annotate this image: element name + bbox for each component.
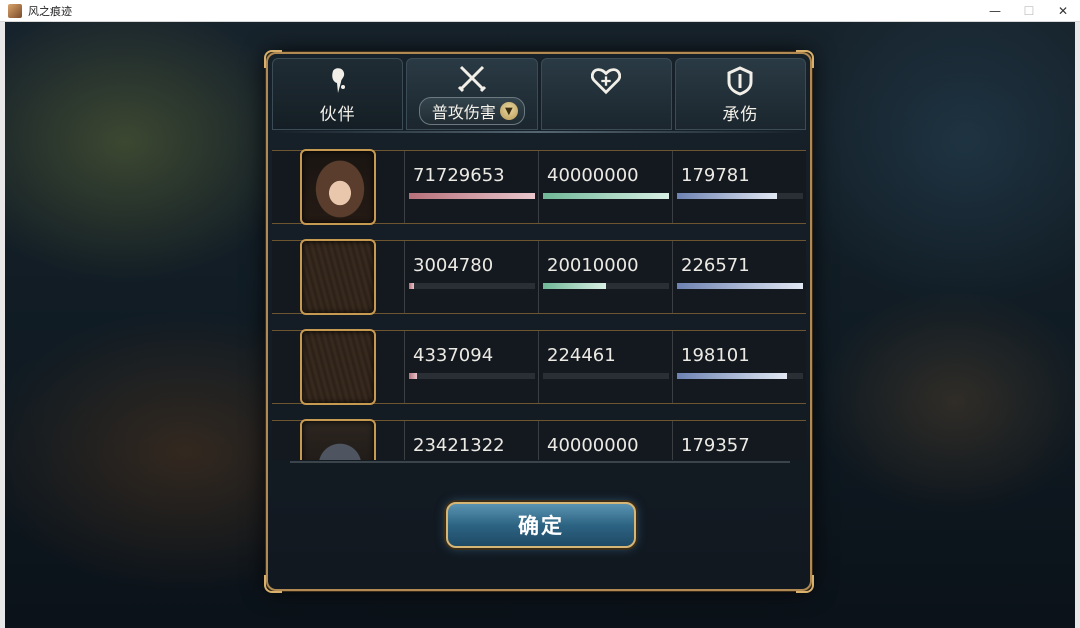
panel-corner-ornament: [796, 575, 814, 593]
crossed-swords-icon: [457, 63, 487, 93]
stats-tabs: 伙伴 普攻伤害 ▼ 承伤: [272, 58, 806, 130]
taken-bar: [677, 373, 803, 379]
damage-value: 23421322: [413, 435, 505, 456]
avatar[interactable]: [300, 329, 376, 405]
panel-corner-ornament: [264, 575, 282, 593]
right-window-edge: [1075, 22, 1080, 628]
damage-bar-fill: [409, 283, 415, 289]
tab-label: 承伤: [722, 105, 759, 125]
close-button[interactable]: ✕: [1046, 0, 1080, 22]
taken-bar-fill: [677, 373, 787, 379]
avatar[interactable]: [300, 419, 376, 460]
damage-type-dropdown[interactable]: 普攻伤害 ▼: [418, 97, 525, 125]
damage-bar: [409, 283, 535, 289]
dropdown-label: 普攻伤害: [431, 103, 496, 122]
heal-value: 40000000: [547, 435, 639, 456]
confirm-button[interactable]: 确定: [446, 502, 636, 548]
heal-cell: 40000000: [538, 421, 672, 460]
heal-cell: 224461: [538, 331, 672, 403]
heal-bar-fill: [543, 193, 669, 199]
maximize-button[interactable]: ☐: [1012, 0, 1046, 22]
heal-value: 20010000: [547, 255, 639, 276]
tabs-divider: [272, 131, 806, 133]
taken-value: 179357: [681, 435, 750, 456]
heal-cell: 40000000: [538, 151, 672, 223]
damage-value: 3004780: [413, 255, 494, 276]
taken-value: 179781: [681, 165, 750, 186]
damage-cell: 4337094: [404, 331, 538, 403]
tab-normal-attack-damage[interactable]: 普攻伤害 ▼: [406, 58, 538, 130]
taken-bar: [677, 283, 803, 289]
taken-cell: 179781: [672, 151, 806, 223]
damage-bar: [409, 193, 535, 199]
damage-cell: 3004780: [404, 241, 538, 313]
list-item: 71729653 40000000 179781: [272, 149, 806, 225]
tab-healing[interactable]: [540, 58, 672, 130]
taken-cell: 179357: [672, 421, 806, 460]
heal-bar-fill: [543, 283, 606, 289]
taken-cell: 226571: [672, 241, 806, 313]
heal-value: 224461: [547, 345, 616, 366]
chevron-down-icon: ▼: [499, 102, 518, 120]
window-title: 风之痕迹: [28, 4, 72, 18]
heal-bar: [543, 193, 669, 199]
damage-value: 71729653: [413, 165, 505, 186]
heart-heal-icon: [591, 66, 622, 96]
list-item: 23421322 40000000 179357: [272, 419, 806, 460]
tab-damage-taken[interactable]: 承伤: [674, 58, 806, 130]
tab-partner[interactable]: 伙伴: [272, 58, 404, 130]
damage-cell: 71729653: [404, 151, 538, 223]
damage-bar-fill: [409, 193, 535, 199]
tab-label: 伙伴: [319, 105, 356, 125]
app-icon: [8, 3, 22, 18]
list-item: 3004780 20010000 226571: [272, 239, 806, 315]
taken-bar-fill: [677, 193, 777, 199]
damage-bar: [409, 373, 535, 379]
damage-bar-fill: [409, 373, 417, 379]
window-titlebar: 风之痕迹 — ☐ ✕: [0, 0, 1080, 22]
taken-bar: [677, 193, 803, 199]
taken-value: 226571: [681, 255, 750, 276]
battle-stats-panel: 伙伴 普攻伤害 ▼ 承伤 71729653 40000000 179781 30…: [264, 50, 814, 593]
list-scroll-indicator: [290, 461, 790, 463]
avatar[interactable]: [300, 149, 376, 225]
minimize-button[interactable]: —: [978, 0, 1012, 22]
partner-icon: [323, 66, 353, 96]
heal-bar: [543, 283, 669, 289]
heal-value: 40000000: [547, 165, 639, 186]
heal-cell: 20010000: [538, 241, 672, 313]
taken-bar-fill: [677, 283, 803, 289]
shield-icon: [725, 66, 755, 96]
damage-cell: 23421322: [404, 421, 538, 460]
avatar[interactable]: [300, 239, 376, 315]
heal-bar: [543, 373, 669, 379]
taken-value: 198101: [681, 345, 750, 366]
damage-value: 4337094: [413, 345, 494, 366]
taken-cell: 198101: [672, 331, 806, 403]
partner-stats-list[interactable]: 71729653 40000000 179781 3004780 2001000…: [272, 148, 806, 460]
list-item: 4337094 224461 198101: [272, 329, 806, 405]
